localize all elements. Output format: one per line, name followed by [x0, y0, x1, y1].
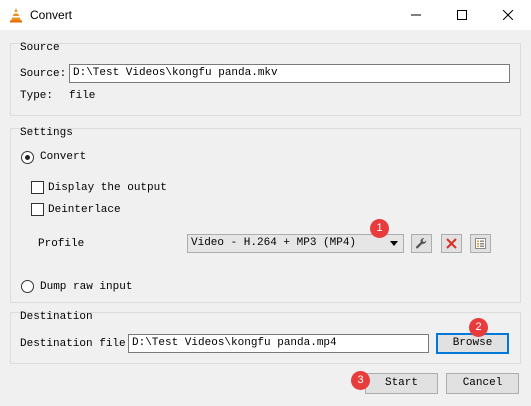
minimize-button[interactable]	[393, 0, 439, 30]
maximize-icon	[457, 10, 467, 20]
profile-label: Profile	[38, 238, 85, 250]
maximize-button[interactable]	[439, 0, 485, 30]
marker-2: 2	[469, 318, 488, 337]
dump-raw-label: Dump raw input	[40, 281, 133, 293]
edit-profile-button[interactable]	[411, 234, 432, 253]
vlc-cone-icon	[8, 7, 24, 23]
type-value: file	[69, 90, 96, 102]
destination-file-label: Destination file:	[20, 338, 133, 350]
dump-raw-radio[interactable]	[21, 280, 34, 293]
destination-file-field[interactable]: D:\Test Videos\kongfu panda.mp4	[128, 334, 429, 353]
cancel-button[interactable]: Cancel	[446, 373, 519, 394]
convert-radio[interactable]	[21, 151, 34, 164]
marker-1: 1	[370, 219, 389, 238]
cancel-button-label: Cancel	[462, 377, 503, 389]
new-profile-icon	[475, 238, 486, 249]
window-title: Convert	[30, 8, 73, 22]
close-icon	[503, 10, 513, 20]
delete-profile-button[interactable]	[441, 234, 462, 253]
settings-group-title: Settings	[20, 127, 73, 139]
deinterlace-label: Deinterlace	[48, 204, 121, 216]
destination-group-title: Destination	[20, 311, 93, 323]
new-profile-button[interactable]	[470, 234, 491, 253]
start-button-label: Start	[384, 377, 418, 389]
browse-button[interactable]: Browse	[436, 333, 509, 354]
source-group-title: Source	[20, 42, 60, 54]
start-button[interactable]: Start	[365, 373, 438, 394]
profile-select[interactable]: Video - H.264 + MP3 (MP4)	[187, 234, 404, 253]
source-label: Source:	[20, 68, 67, 80]
chevron-down-icon	[390, 241, 398, 246]
deinterlace-checkbox[interactable]	[31, 203, 44, 216]
delete-icon	[446, 238, 457, 249]
browse-button-label: Browse	[452, 337, 493, 349]
type-label: Type:	[20, 90, 54, 102]
close-button[interactable]	[485, 0, 531, 30]
profile-select-value: Video - H.264 + MP3 (MP4)	[191, 237, 357, 249]
convert-label: Convert	[40, 151, 87, 163]
marker-3: 3	[351, 371, 370, 390]
display-output-checkbox[interactable]	[31, 181, 44, 194]
wrench-icon	[415, 238, 427, 249]
minimize-icon	[411, 14, 421, 16]
display-output-label: Display the output	[48, 182, 167, 194]
title-bar: Convert	[0, 0, 531, 30]
source-path-field[interactable]: D:\Test Videos\kongfu panda.mkv	[69, 64, 510, 83]
